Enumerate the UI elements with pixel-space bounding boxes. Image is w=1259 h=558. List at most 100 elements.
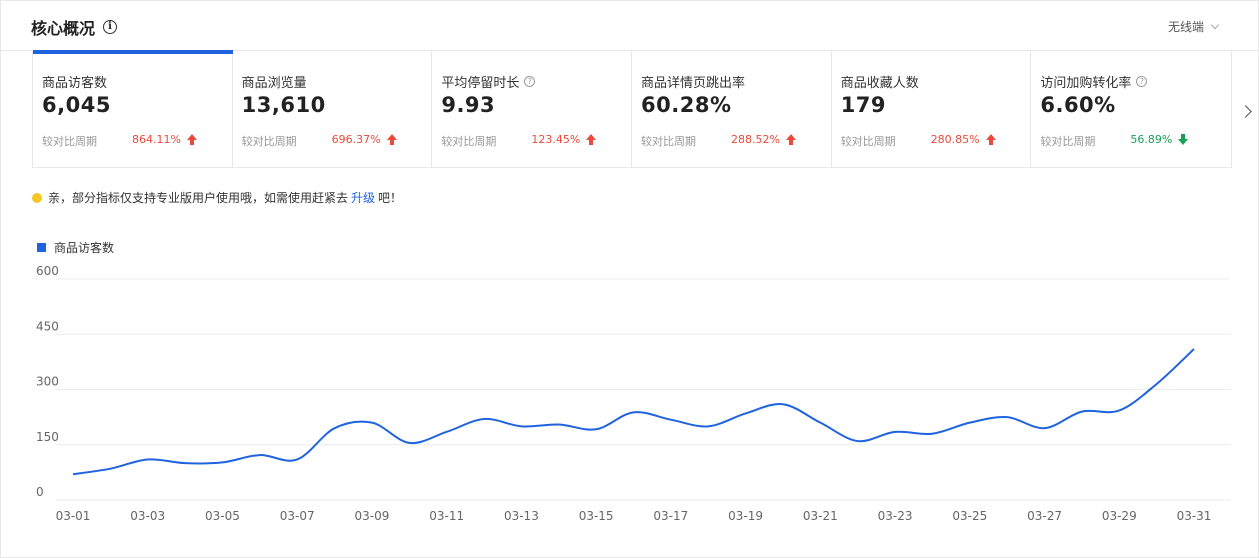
x-tick-label: 03-23 <box>878 509 913 523</box>
notice-suffix: 吧！ <box>378 191 403 205</box>
metric-card[interactable]: 商品详情页跳出率 60.28% 较对比周期 288.52% <box>632 50 832 167</box>
data-point[interactable] <box>216 456 228 468</box>
data-point[interactable] <box>142 453 154 465</box>
x-tick-label: 03-29 <box>1102 509 1137 523</box>
x-tick-label: 03-17 <box>653 509 688 523</box>
metric-card[interactable]: 平均停留时长? 9.93 较对比周期 123.45% <box>432 50 633 167</box>
metric-card[interactable]: 商品收藏人数 179 较对比周期 280.85% <box>832 50 1032 167</box>
metric-label: 平均停留时长? <box>441 72 536 91</box>
data-point[interactable] <box>1188 343 1200 355</box>
metric-value: 179 <box>840 93 887 117</box>
data-point[interactable] <box>1001 411 1013 423</box>
data-point[interactable] <box>67 468 79 480</box>
data-point[interactable] <box>590 423 602 435</box>
data-point[interactable] <box>1039 422 1051 434</box>
data-point[interactable] <box>1113 404 1125 416</box>
data-point[interactable] <box>515 420 527 432</box>
data-point[interactable] <box>665 414 677 426</box>
data-point[interactable] <box>179 457 191 469</box>
change-percent: 864.11% <box>132 133 197 146</box>
upgrade-notice: 亲，部分指标仅支持专业版用户使用哦，如需使用赶紧去 升级 吧！ <box>32 189 402 206</box>
data-point[interactable] <box>628 406 640 418</box>
metric-label: 商品浏览量 <box>241 76 307 91</box>
x-tick-label: 03-21 <box>803 509 838 523</box>
data-point[interactable] <box>702 420 714 432</box>
compare-label: 较对比周期 <box>840 135 896 148</box>
device-select-value: 无线端 <box>1167 20 1204 34</box>
x-tick-label: 03-25 <box>952 509 987 523</box>
x-tick-label: 03-15 <box>579 509 614 523</box>
x-tick-label: 03-01 <box>56 509 91 523</box>
data-point[interactable] <box>366 417 378 429</box>
visitor-line-chart: 0 150 300 450 600 03-01 03-03 03-05 03-07 03-09 03… <box>36 264 1231 523</box>
compare-label: 较对比周期 <box>241 135 297 148</box>
data-point[interactable] <box>478 413 490 425</box>
data-point[interactable] <box>1151 378 1163 390</box>
x-tick-label: 03-27 <box>1027 509 1062 523</box>
compare-label: 较对比周期 <box>441 135 497 148</box>
panel-header: 核心概况 i 无线端 <box>1 1 1258 51</box>
x-tick-label: 03-07 <box>280 509 315 523</box>
change-percent: 696.37% <box>332 133 397 146</box>
legend-swatch <box>37 243 46 252</box>
data-point[interactable] <box>777 398 789 410</box>
x-tick-label: 03-05 <box>205 509 240 523</box>
data-point[interactable] <box>291 453 303 465</box>
change-percent: 288.52% <box>731 133 796 146</box>
data-point[interactable] <box>441 426 453 438</box>
metric-value: 60.28% <box>641 93 732 117</box>
chevron-down-icon <box>1210 20 1220 30</box>
metric-card[interactable]: 商品访客数 6,045 较对比周期 864.11% <box>33 50 233 167</box>
chart-legend[interactable]: 商品访客数 <box>37 239 114 256</box>
metric-label: 商品收藏人数 <box>840 76 919 91</box>
x-tick-label: 03-19 <box>728 509 763 523</box>
change-percent: 56.89% <box>1130 133 1189 146</box>
metric-card[interactable]: 访问加购转化率? 6.60% 较对比周期 56.89% <box>1031 50 1231 167</box>
data-point[interactable] <box>814 417 826 429</box>
x-tick-label: 03-03 <box>130 509 165 523</box>
data-point[interactable] <box>889 426 901 438</box>
metric-value: 9.93 <box>441 93 496 117</box>
upgrade-link[interactable]: 升级 <box>351 189 375 206</box>
data-point[interactable] <box>254 449 266 461</box>
compare-label: 较对比周期 <box>42 135 97 148</box>
arrow-down-icon <box>1178 134 1189 145</box>
data-point[interactable] <box>964 417 976 429</box>
data-point[interactable] <box>329 422 341 434</box>
metric-value: 13,610 <box>241 93 326 117</box>
metric-card[interactable]: 商品浏览量 13,610 较对比周期 696.37% <box>233 50 433 167</box>
data-point[interactable] <box>926 428 938 440</box>
arrow-up-icon <box>785 134 796 145</box>
x-tick-label: 03-09 <box>354 509 389 523</box>
info-icon[interactable]: i <box>103 20 118 34</box>
data-point[interactable] <box>104 463 116 475</box>
metric-label: 商品详情页跳出率 <box>641 76 746 91</box>
metric-value: 6,045 <box>42 93 111 117</box>
help-icon[interactable]: ? <box>1136 76 1148 87</box>
data-point[interactable] <box>852 435 864 447</box>
y-tick-label: 0 <box>36 485 44 499</box>
core-overview-panel: 核心概况 i 无线端 商品访客数 6,045 较对比周期 864.11% 商品浏览量 13… <box>0 0 1259 558</box>
x-tick-label: 03-31 <box>1177 509 1212 523</box>
arrow-up-icon <box>186 134 197 145</box>
arrow-up-icon <box>985 134 996 145</box>
y-tick-label: 150 <box>36 430 59 444</box>
panel-title: 核心概况 i <box>31 15 118 39</box>
chevron-right-icon[interactable] <box>1241 103 1253 121</box>
help-icon[interactable]: ? <box>524 76 536 87</box>
panel-title-text: 核心概况 <box>31 19 96 38</box>
metric-cards: 商品访客数 6,045 较对比周期 864.11% 商品浏览量 13,610 较对比周期 69… <box>32 50 1232 168</box>
compare-label: 较对比周期 <box>641 135 697 148</box>
device-select[interactable]: 无线端 <box>1167 18 1220 35</box>
data-point[interactable] <box>553 418 565 430</box>
metric-value: 6.60% <box>1040 93 1116 117</box>
data-point[interactable] <box>740 407 752 419</box>
legend-label: 商品访客数 <box>54 241 115 255</box>
metric-label: 商品访客数 <box>42 76 108 91</box>
change-percent: 280.85% <box>931 133 996 146</box>
x-tick-label: 03-13 <box>504 509 539 523</box>
data-point[interactable] <box>1076 406 1088 418</box>
warning-dot-icon <box>32 192 42 203</box>
data-point[interactable] <box>403 437 415 449</box>
notice-text: 亲，部分指标仅支持专业版用户使用哦，如需使用赶紧去 <box>48 191 349 205</box>
